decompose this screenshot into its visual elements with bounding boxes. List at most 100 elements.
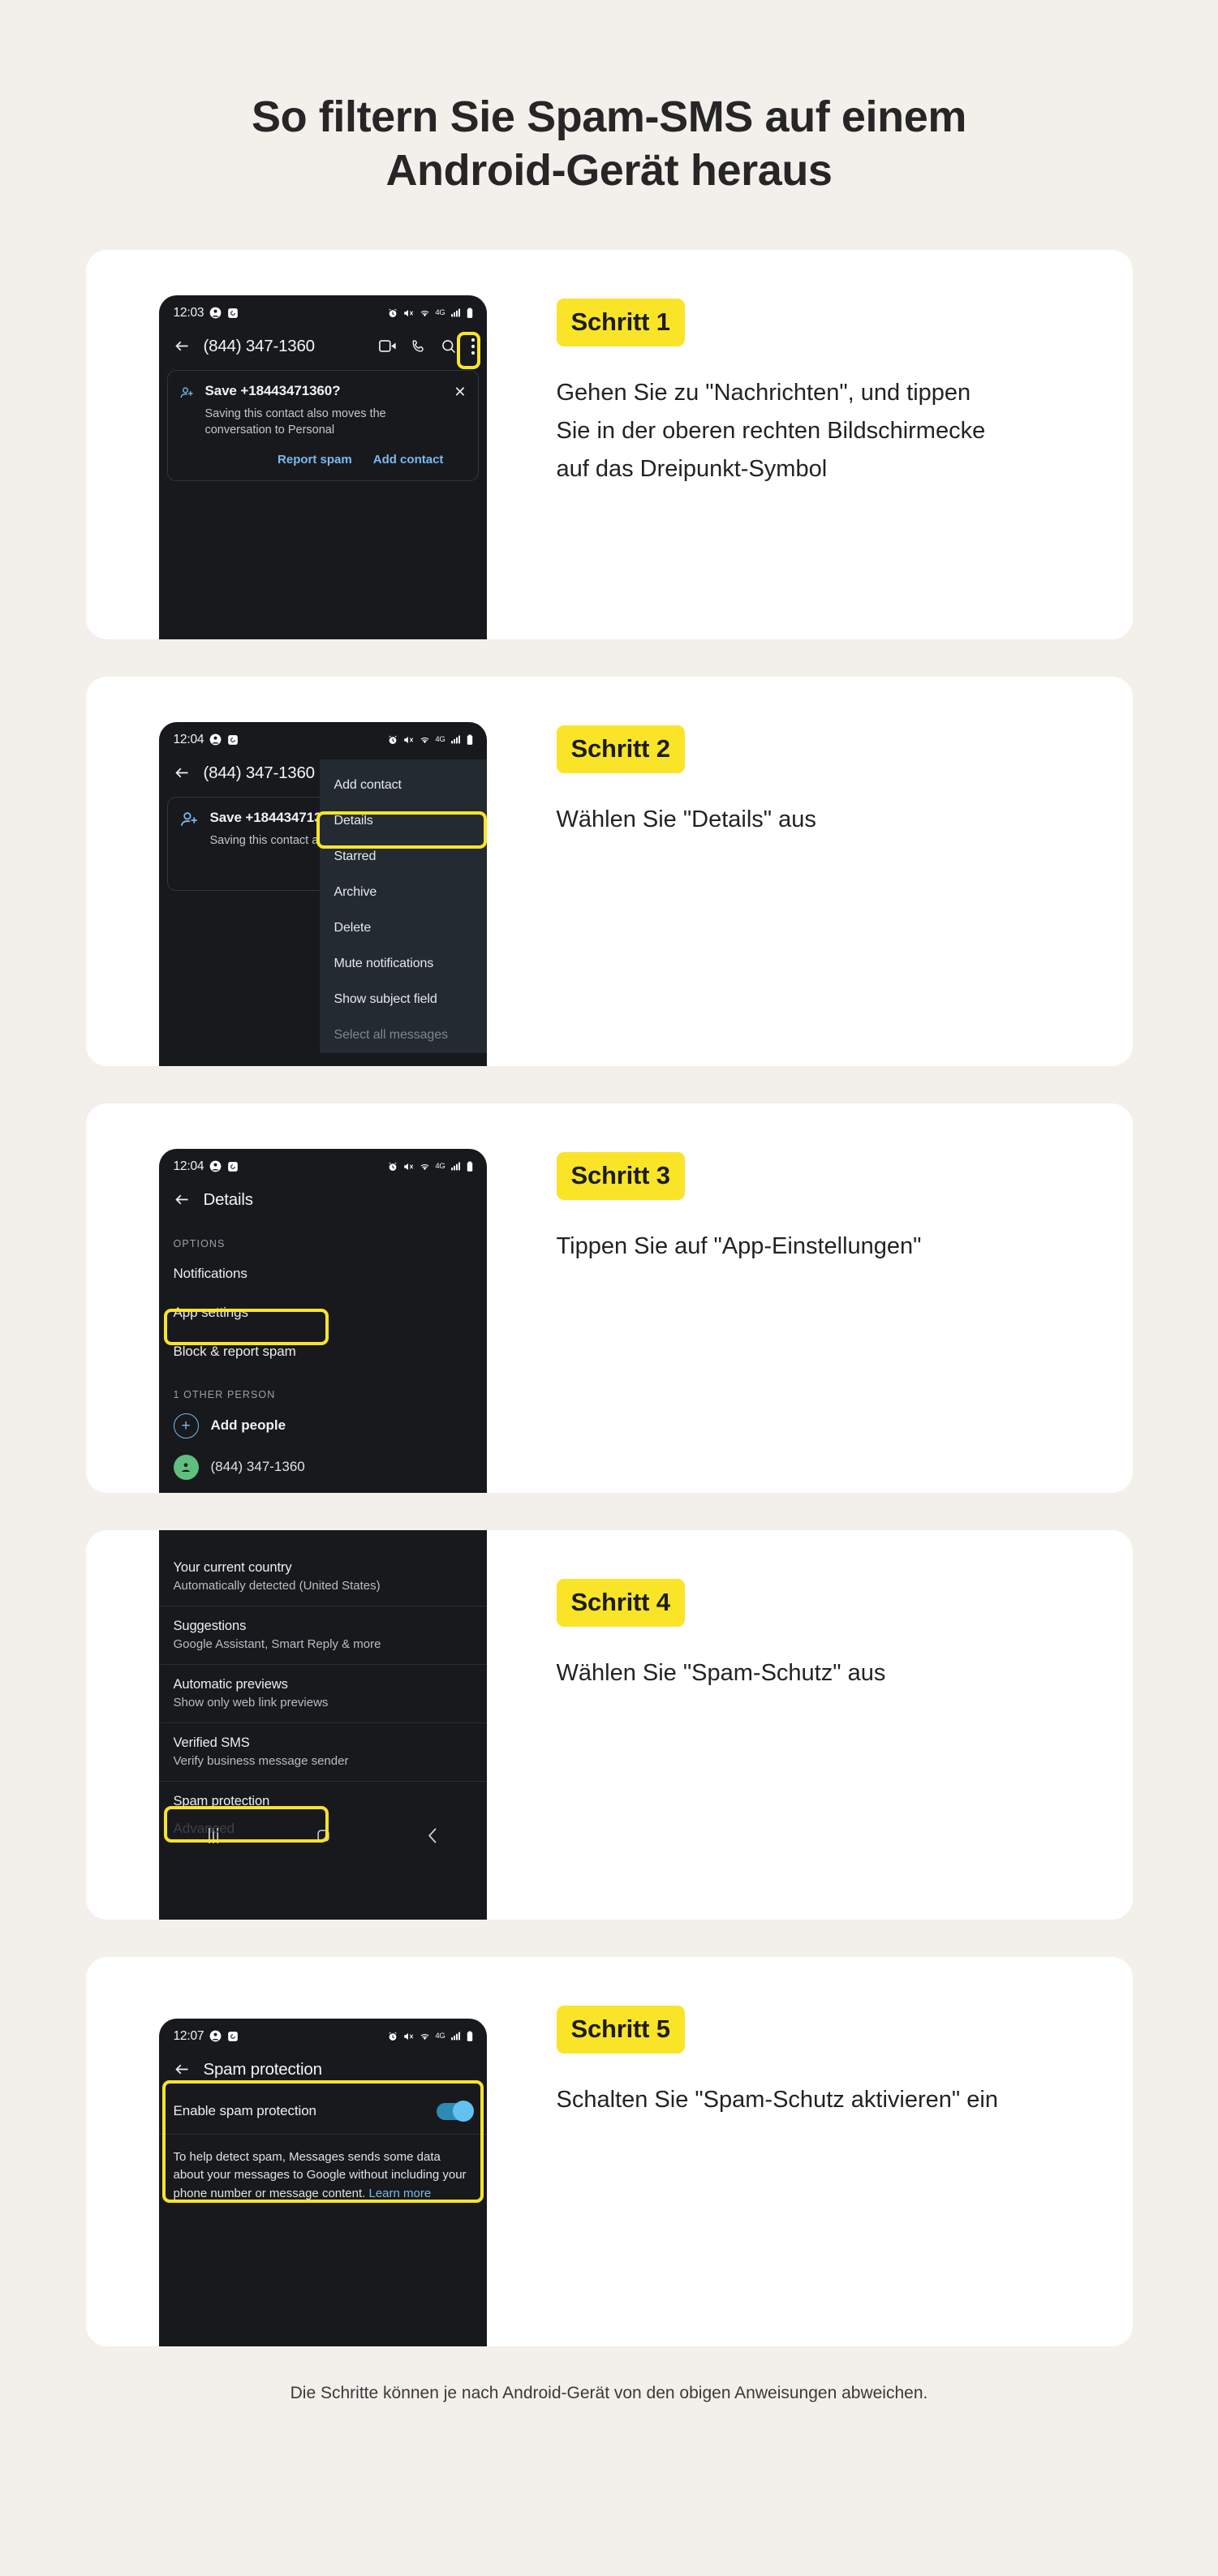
status-time: 12:03 <box>173 305 204 320</box>
setting-spam-protection[interactable]: Spam protection <box>159 1782 487 1816</box>
setting-suggestions[interactable]: Suggestions Google Assistant, Smart Repl… <box>158 1606 487 1665</box>
status-bar: 12:03 4G <box>159 295 487 328</box>
network-type-label: 4G <box>435 2032 445 2041</box>
option-block-report-spam[interactable]: Block & report spam <box>159 1332 487 1371</box>
back-arrow-icon[interactable] <box>174 2061 191 2078</box>
phone-mock-1: 12:03 4G (844) 347-1360 Save +1844347136… <box>158 295 487 639</box>
conversation-app-bar: (844) 347-1360 <box>159 328 487 367</box>
menu-item-archive[interactable]: Archive <box>320 875 487 910</box>
overflow-dropdown-menu: Add contact Details Starred Archive Dele… <box>319 759 487 1053</box>
wifi-icon <box>421 1163 429 1170</box>
battery-icon <box>467 2031 472 2041</box>
steps-list: 12:03 4G (844) 347-1360 Save +1844347136… <box>0 249 1218 2346</box>
setting-subtitle: Verify business message sender <box>173 1753 349 1768</box>
add-person-icon <box>180 811 197 826</box>
step-badge: Schritt 4 <box>556 1578 685 1627</box>
contact-row[interactable]: (844) 347-1360 <box>159 1447 487 1488</box>
overflow-menu-icon[interactable] <box>471 338 476 355</box>
wifi-icon <box>421 310 429 316</box>
mute-icon <box>404 1163 414 1170</box>
phone-call-icon[interactable] <box>411 338 427 355</box>
menu-item-details[interactable]: Details <box>320 803 487 839</box>
account-icon <box>209 2030 222 2042</box>
account-icon <box>209 307 222 319</box>
setting-title: Verified SMS <box>173 1735 250 1750</box>
wifi-icon <box>421 737 429 743</box>
step-description: Wählen Sie "Details" aus <box>556 806 816 832</box>
spam-protection-title: Spam protection <box>203 2059 322 2079</box>
section-label-options: OPTIONS <box>173 1237 226 1249</box>
details-title: Details <box>203 1189 253 1209</box>
option-app-settings[interactable]: App settings <box>159 1293 487 1332</box>
phone-mock-5: 12:07 4G Spam protection Enable spam pro… <box>158 2018 487 2346</box>
menu-item-delete[interactable]: Delete <box>320 910 487 946</box>
video-call-icon[interactable] <box>378 339 397 353</box>
step-1-screenshot: 12:03 4G (844) 347-1360 Save +1844347136… <box>86 250 540 639</box>
setting-verified-sms[interactable]: Verified SMS Verify business message sen… <box>158 1723 487 1782</box>
network-type-label: 4G <box>435 1162 445 1172</box>
step-4-screenshot: Your current country Automatically detec… <box>86 1529 540 1920</box>
battery-icon <box>467 307 472 318</box>
mute-icon <box>404 736 414 743</box>
step-5-screenshot: 12:07 4G Spam protection Enable spam pro… <box>86 1957 540 2346</box>
back-icon[interactable] <box>428 1828 438 1843</box>
setting-current-country[interactable]: Your current country Automatically detec… <box>158 1548 487 1606</box>
back-arrow-icon[interactable] <box>174 1191 191 1208</box>
setting-subtitle: Show only web link previews <box>173 1695 329 1709</box>
step-3-text: Schritt 3 Tippen Sie auf "App-Einstellun… <box>540 1103 1133 1493</box>
option-notifications[interactable]: Notifications <box>159 1254 487 1293</box>
network-type-label: 4G <box>435 735 445 745</box>
alarm-icon <box>389 1162 398 1171</box>
home-icon[interactable] <box>316 1829 330 1843</box>
status-time: 12:04 <box>173 732 204 746</box>
phone-mock-4: Your current country Automatically detec… <box>158 1529 487 1920</box>
signal-bars-icon <box>450 2032 460 2041</box>
enable-spam-protection-label: Enable spam protection <box>173 2103 317 2119</box>
signal-bars-icon <box>450 735 460 744</box>
menu-item-mute-notifications[interactable]: Mute notifications <box>320 946 487 982</box>
step-card-4: Your current country Automatically detec… <box>85 1529 1133 1920</box>
back-arrow-icon[interactable] <box>174 338 191 355</box>
menu-item-add-contact[interactable]: Add contact <box>320 768 487 803</box>
contact-number: (844) 347-1360 <box>210 1459 305 1475</box>
report-spam-button[interactable]: Report spam <box>278 453 352 467</box>
phone-mock-3: 12:04 4G Details OPTIONS Notifications A… <box>158 1148 487 1493</box>
setting-automatic-previews[interactable]: Automatic previews Show only web link pr… <box>158 1665 487 1723</box>
menu-item-show-subject-field[interactable]: Show subject field <box>320 982 487 1017</box>
setting-subtitle: Automatically detected (United States) <box>173 1578 381 1593</box>
menu-item-select-all-messages[interactable]: Select all messages <box>320 1017 487 1053</box>
enable-spam-protection-row[interactable]: Enable spam protection <box>158 2090 487 2135</box>
step-badge: Schritt 2 <box>556 725 685 773</box>
close-icon[interactable]: ✕ <box>454 383 466 467</box>
back-arrow-icon[interactable] <box>174 764 191 781</box>
network-type-label: 4G <box>435 308 445 318</box>
add-contact-button[interactable]: Add contact <box>373 453 444 467</box>
step-description: Schalten Sie "Spam-Schutz aktivieren" ei… <box>556 2086 998 2113</box>
search-icon[interactable] <box>441 338 457 355</box>
step-1-text: Schritt 1 Gehen Sie zu "Nachrichten", un… <box>540 250 1133 639</box>
step-3-screenshot: 12:04 4G Details OPTIONS Notifications A… <box>86 1103 540 1493</box>
step-description: Gehen Sie zu "Nachrichten", und tippen S… <box>556 379 986 482</box>
save-banner-subtitle: Saving this contact also moves the conve… <box>204 406 386 437</box>
status-time: 12:07 <box>173 2028 204 2043</box>
learn-more-link[interactable]: Learn more <box>368 2187 431 2200</box>
save-banner-title: Save +18443471360? <box>204 382 341 398</box>
status-bar: 12:07 4G <box>159 2019 487 2051</box>
step-5-text: Schritt 5 Schalten Sie "Spam-Schutz akti… <box>540 1957 1133 2346</box>
step-2-text: Schritt 2 Wählen Sie "Details" aus <box>540 677 1133 1066</box>
wifi-icon <box>421 2033 429 2040</box>
footer-note: Die Schritte können je nach Android-Gerä… <box>290 2383 928 2402</box>
step-4-text: Schritt 4 Wählen Sie "Spam-Schutz" aus <box>540 1530 1133 1920</box>
page-title: So filtern Sie Spam-SMS auf einem Androi… <box>252 92 966 195</box>
account-icon <box>209 733 222 746</box>
step-description: Wählen Sie "Spam-Schutz" aus <box>556 1659 886 1686</box>
add-people-row[interactable]: + Add people <box>159 1405 487 1447</box>
battery-icon <box>467 734 472 745</box>
alarm-icon <box>389 2032 398 2041</box>
spam-protection-toggle[interactable] <box>436 2101 474 2122</box>
setting-subtitle: Google Assistant, Smart Reply & more <box>173 1636 381 1651</box>
account-icon <box>209 1160 222 1172</box>
menu-item-starred[interactable]: Starred <box>320 839 487 875</box>
mute-icon <box>404 2032 414 2040</box>
section-label-other-person: 1 OTHER PERSON <box>173 1388 276 1400</box>
